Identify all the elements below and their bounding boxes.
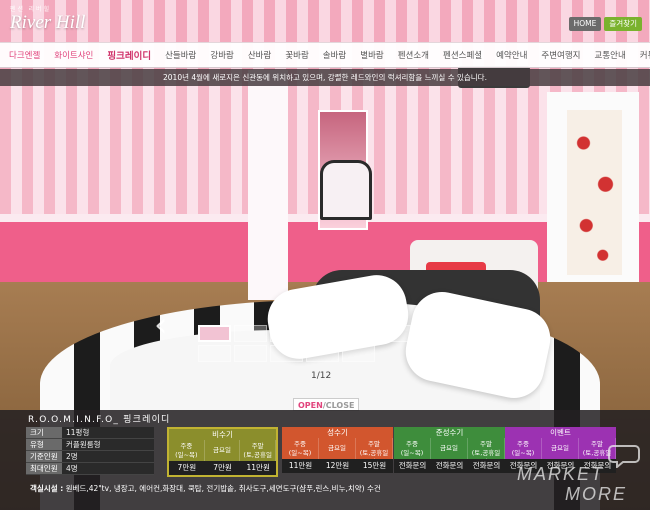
- thumbnail[interactable]: [378, 325, 411, 342]
- price-weekend: 11만원: [240, 461, 277, 475]
- next-arrow-icon[interactable]: ›: [478, 305, 492, 345]
- thumbnail[interactable]: [306, 325, 339, 342]
- logo-subtitle: 펜션 리버힐: [10, 7, 52, 13]
- spec-key: 최대인원: [26, 462, 62, 475]
- thumbnail[interactable]: [234, 345, 267, 362]
- thumbnail[interactable]: [270, 345, 303, 362]
- col-weekend: 주말 (토,공휴일전): [468, 438, 505, 466]
- col-weekend: 주말 (토,공휴일전): [240, 440, 277, 468]
- prev-arrow-icon[interactable]: ‹: [154, 305, 168, 345]
- watermark-line2: MORE: [565, 484, 627, 504]
- col-weekday: 주중 (일~목): [394, 438, 431, 459]
- col-weekend: 주말 (토,공휴일전): [356, 438, 393, 466]
- price-weekday: 7만원: [169, 461, 205, 475]
- thumbnail-row: [198, 325, 448, 342]
- nav-item-dark-angel[interactable]: 다크엔젤: [9, 49, 40, 61]
- thumbnail[interactable]: [306, 345, 339, 362]
- favorite-button[interactable]: 즐겨찾기: [604, 17, 642, 31]
- price-values: 11만원 12만원 15만원: [282, 459, 393, 473]
- room-specs-table: 크기 11평형 유형 커플원룸형 기준인원 2명 최대인원 4명: [26, 427, 154, 475]
- nav-item-reservation[interactable]: 예약안내: [496, 49, 527, 61]
- spec-value: 11평형: [62, 427, 154, 439]
- spec-row: 최대인원 4명: [26, 462, 154, 475]
- logo[interactable]: 펜션 리버힐 River Hill: [10, 4, 85, 32]
- season-name: 이벤트: [505, 427, 616, 438]
- price-friday: 12만원: [319, 459, 356, 473]
- thumbnail[interactable]: [234, 325, 267, 342]
- price-block-semi-peak-season: 준성수기 주중 (일~목) 금요일 주말 (토,공휴일전) 전화문의 전화문의 …: [394, 427, 505, 473]
- spec-value: 커플원룸형: [62, 438, 154, 451]
- price-weekday: 전화문의: [394, 459, 431, 473]
- nav-item-san-baram[interactable]: 산바람: [248, 49, 271, 61]
- price-values: 전화문의 전화문의 전화문의: [394, 459, 505, 473]
- spec-row: 크기 11평형: [26, 427, 154, 439]
- col-weekday: 주중 (일~목): [169, 440, 205, 461]
- watermark-line1: MARKET: [517, 464, 605, 484]
- nav-item-pension-intro[interactable]: 펜션소개: [398, 49, 429, 61]
- price-columns: 주중 (일~목) 금요일 주말 (토,공휴일전): [394, 438, 505, 466]
- nav-item-sandeul-baram[interactable]: 산들바람: [165, 49, 196, 61]
- price-values: 7만원 7만원 11만원: [169, 461, 277, 475]
- price-columns: 주중 (일~목) 금요일 주말 (토,공휴일전): [169, 440, 277, 468]
- chat-bubble-icon: [608, 445, 640, 468]
- thumbnail[interactable]: [342, 345, 375, 362]
- watermark: MARKET MORE: [515, 440, 645, 506]
- spec-key: 크기: [26, 427, 62, 439]
- price-friday: 전화문의: [431, 459, 468, 473]
- nav-item-sol-baram[interactable]: 솔바람: [323, 49, 346, 61]
- amenities-line: 객실시설 : 원베드,42"tv, 냉장고, 에어컨,화장대, 쿡탑, 전기밥솥…: [30, 483, 381, 494]
- thumbnail[interactable]: [270, 325, 303, 342]
- pillar: [248, 70, 288, 300]
- nav-item-nearby-travel[interactable]: 주변여행지: [541, 49, 580, 61]
- spec-row: 기준인원 2명: [26, 450, 154, 463]
- nav-item-kkot-baram[interactable]: 꽃바람: [285, 49, 308, 61]
- spec-row: 유형 커플원룸형: [26, 438, 154, 451]
- col-friday: 금요일: [204, 440, 241, 461]
- price-friday: 7만원: [204, 461, 241, 475]
- thumbnail[interactable]: [342, 325, 375, 342]
- nav-item-byeol-baram[interactable]: 별바람: [360, 49, 383, 61]
- thumbnail[interactable]: [198, 345, 231, 362]
- nav-item-gang-baram[interactable]: 강바람: [210, 49, 233, 61]
- thumbnail-strip: [198, 325, 448, 365]
- room-info-title: R.O.O.M.I.N.F.O_ 핑크레이디: [28, 415, 171, 425]
- col-weekday: 주중 (일~목): [282, 438, 319, 459]
- thumbnail[interactable]: [414, 325, 447, 342]
- thumbnail[interactable]: [198, 325, 231, 342]
- nav-item-pension-special[interactable]: 펜션스페셜: [443, 49, 482, 61]
- season-name: 성수기: [282, 427, 393, 438]
- price-block-peak-season: 성수기 주중 (일~목) 금요일 주말 (토,공휴일전) 11만원 12만원 1…: [282, 427, 393, 473]
- nav-item-white-shine[interactable]: 화이트샤인: [54, 49, 93, 61]
- spec-value: 4명: [62, 462, 154, 475]
- logo-title: River Hill: [10, 12, 86, 33]
- season-name: 준성수기: [394, 427, 505, 438]
- price-weekend: 전화문의: [468, 459, 505, 473]
- nav-item-pink-lady[interactable]: 핑크레이디: [107, 48, 151, 62]
- open-button[interactable]: OPEN: [298, 401, 323, 410]
- thumbnail-row: [198, 345, 448, 362]
- spec-key: 기준인원: [26, 450, 62, 463]
- price-block-off-season: 비수기 주중 (일~목) 금요일 주말 (토,공휴일전) 7만원 7만원 11만…: [167, 427, 278, 477]
- vanity: [320, 160, 372, 220]
- top-buttons: HOME 즐겨찾기: [568, 17, 642, 31]
- spec-key: 유형: [26, 438, 62, 451]
- season-name: 비수기: [169, 429, 276, 440]
- price-columns: 주중 (일~목) 금요일 주말 (토,공휴일전): [282, 438, 393, 466]
- slide-counter: 1/12: [311, 371, 332, 381]
- spec-value: 2명: [62, 450, 154, 463]
- col-friday: 금요일: [431, 438, 468, 459]
- amenities-label: 객실시설 :: [30, 484, 64, 493]
- nav-item-community[interactable]: 커뮤니티: [640, 49, 650, 61]
- main-nav: 다크엔젤 화이트샤인 핑크레이디 산들바람 강바람 산바람 꽃바람 솔바람 별바…: [0, 42, 650, 68]
- close-button[interactable]: CLOSE: [326, 401, 355, 410]
- nav-item-directions[interactable]: 교통안내: [595, 49, 626, 61]
- door: [567, 110, 622, 275]
- price-weekday: 11만원: [282, 459, 319, 473]
- home-button[interactable]: HOME: [568, 17, 602, 31]
- col-friday: 금요일: [319, 438, 356, 459]
- amenities-text: 원베드,42"tv, 냉장고, 에어컨,화장대, 쿡탑, 전기밥솥, 취사도구,…: [65, 484, 381, 493]
- room-notice: 2010년 4월에 새로지은 신관동에 위치하고 있으며, 강렬한 레드와인의 …: [0, 69, 650, 86]
- price-weekend: 15만원: [356, 459, 393, 473]
